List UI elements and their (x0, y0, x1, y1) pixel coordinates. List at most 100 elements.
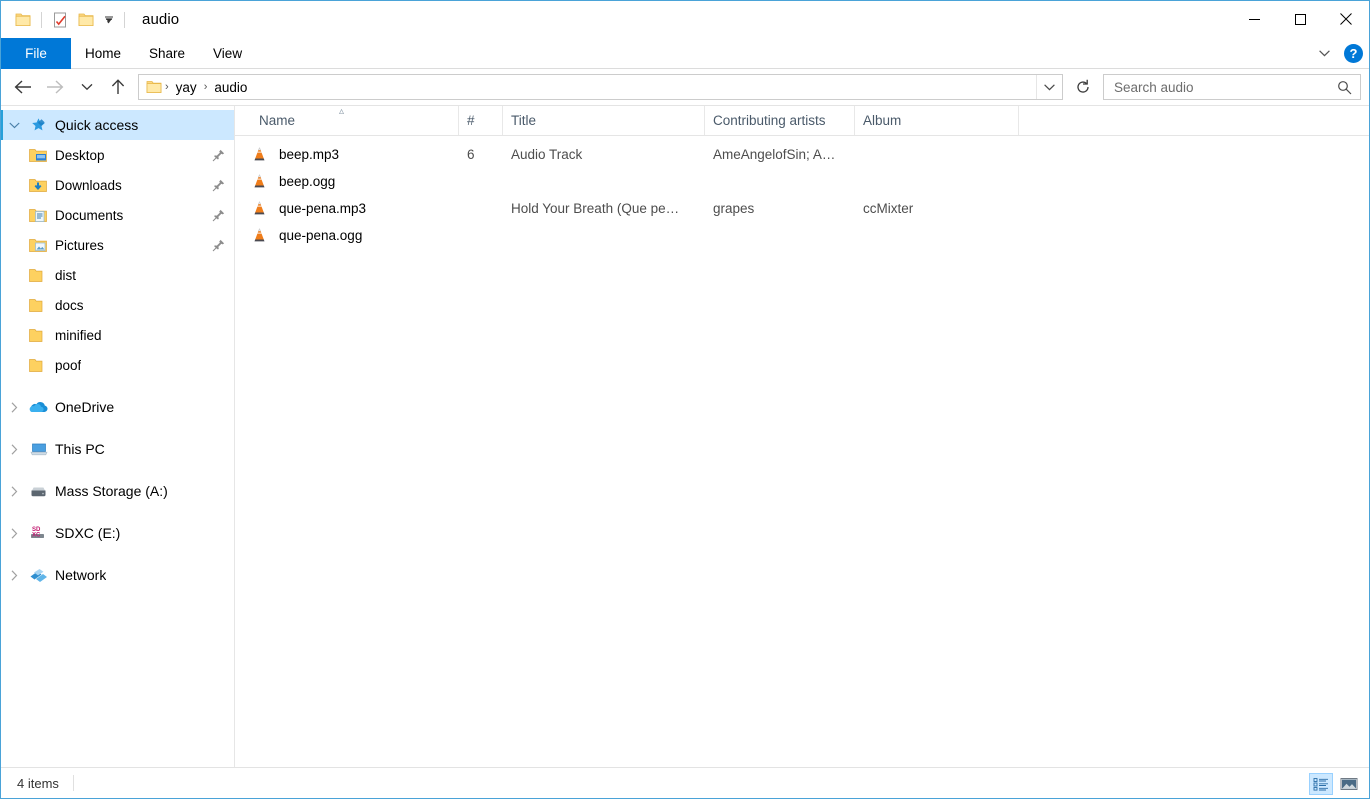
table-row[interactable]: que-pena.ogg (251, 222, 1369, 249)
sidebar-item-minified[interactable]: minified (1, 320, 234, 350)
sidebar-item-label: minified (55, 328, 102, 343)
chevron-down-icon[interactable] (99, 8, 119, 32)
collapse-chevron-right-icon[interactable] (1, 570, 27, 581)
ribbon-expand-chevron-down-icon[interactable] (1312, 42, 1336, 66)
sidebar-spacer (1, 548, 234, 560)
collapse-chevron-right-icon[interactable] (1, 402, 27, 413)
search-icon[interactable] (1333, 80, 1356, 95)
pin-icon[interactable] (210, 179, 226, 192)
pin-icon[interactable] (210, 239, 226, 252)
breadcrumb-bar[interactable]: › yay › audio (138, 74, 1063, 100)
search-box[interactable] (1103, 74, 1361, 100)
close-button[interactable] (1323, 1, 1369, 37)
recent-locations-chevron-down-icon[interactable] (71, 72, 103, 102)
file-list-pane: Name ▵ # Title Contributing artists Albu… (235, 106, 1369, 767)
file-name-cell[interactable]: que-pena.mp3 (251, 200, 459, 217)
sidebar-item-network[interactable]: Network (1, 560, 234, 590)
collapse-chevron-right-icon[interactable] (1, 528, 27, 539)
column-header-album[interactable]: Album (855, 106, 1019, 135)
pin-icon[interactable] (210, 209, 226, 222)
expand-chevron-down-icon[interactable] (1, 122, 27, 129)
ribbon-right-controls: ? (1312, 38, 1363, 69)
sidebar-item-onedrive[interactable]: OneDrive (1, 392, 234, 422)
column-header-label: Album (863, 113, 901, 128)
sidebar-item-mass-storage[interactable]: Mass Storage (A:) (1, 476, 234, 506)
vlc-media-file-icon (251, 227, 271, 244)
back-arrow-icon[interactable] (7, 72, 39, 102)
sidebar-item-downloads[interactable]: Downloads (1, 170, 234, 200)
file-name-cell[interactable]: beep.ogg (251, 173, 459, 190)
status-divider (73, 775, 74, 791)
column-header-track[interactable]: # (459, 106, 503, 135)
tab-file[interactable]: File (1, 38, 71, 69)
tab-view[interactable]: View (199, 38, 256, 69)
svg-text:XC: XC (32, 533, 41, 539)
breadcrumb-folder-icon[interactable] (146, 80, 162, 94)
refresh-icon[interactable] (1069, 74, 1097, 100)
pin-icon[interactable] (210, 149, 226, 162)
file-name-cell[interactable]: beep.mp3 (251, 146, 459, 163)
sidebar-item-label: Mass Storage (A:) (55, 483, 168, 499)
sdxc-card-icon: SD XC (27, 524, 49, 542)
file-name-cell[interactable]: que-pena.ogg (251, 227, 459, 244)
breadcrumb-item-audio[interactable]: audio (208, 80, 253, 95)
table-row[interactable]: que-pena.mp3 Hold Your Breath (Que pe… g… (251, 195, 1369, 222)
breadcrumb-item-yay[interactable]: yay (170, 80, 203, 95)
sidebar-item-documents[interactable]: Documents (1, 200, 234, 230)
sidebar-item-desktop[interactable]: Desktop (1, 140, 234, 170)
desktop-folder-icon (27, 146, 49, 164)
sidebar-item-label: Documents (55, 208, 123, 223)
table-row[interactable]: beep.ogg (251, 168, 1369, 195)
tab-share[interactable]: Share (135, 38, 199, 69)
address-dropdown-chevron-down-icon[interactable] (1036, 75, 1062, 99)
file-name-label: que-pena.mp3 (279, 201, 366, 216)
column-header-name[interactable]: Name ▵ (251, 106, 459, 135)
file-name-label: beep.mp3 (279, 147, 339, 162)
sidebar-item-label: Quick access (55, 117, 138, 133)
track-cell: 6 (459, 147, 503, 162)
sidebar-item-this-pc[interactable]: This PC (1, 434, 234, 464)
sidebar-item-label: Pictures (55, 238, 104, 253)
vlc-media-file-icon (251, 173, 271, 190)
sidebar-spacer (1, 464, 234, 476)
large-icons-view-button[interactable] (1337, 773, 1361, 795)
drive-icon (27, 482, 49, 500)
title-cell: Audio Track (503, 147, 705, 162)
sidebar-item-sdxc[interactable]: SD XC SDXC (E:) (1, 518, 234, 548)
column-header-label: Title (511, 113, 536, 128)
item-count-label: 4 items (17, 776, 59, 791)
column-header-label: # (467, 113, 475, 128)
help-icon[interactable]: ? (1344, 44, 1363, 63)
this-pc-icon (27, 440, 49, 458)
properties-icon[interactable] (47, 8, 73, 32)
folder-icon (27, 266, 49, 284)
column-header-label: Contributing artists (713, 113, 826, 128)
sidebar-item-label: docs (55, 298, 84, 313)
file-rows: beep.mp3 6 Audio Track AmeAngelofSin; A… (235, 136, 1369, 767)
sidebar-item-dist[interactable]: dist (1, 260, 234, 290)
collapse-chevron-right-icon[interactable] (1, 444, 27, 455)
sidebar-item-poof[interactable]: poof (1, 350, 234, 380)
minimize-button[interactable] (1231, 1, 1277, 37)
table-row[interactable]: beep.mp3 6 Audio Track AmeAngelofSin; A… (251, 141, 1369, 168)
folder-icon[interactable] (10, 8, 36, 32)
sidebar-item-label: poof (55, 358, 81, 373)
network-icon (27, 566, 49, 584)
search-input[interactable] (1114, 80, 1333, 95)
collapse-chevron-right-icon[interactable] (1, 486, 27, 497)
column-header-contributing-artists[interactable]: Contributing artists (705, 106, 855, 135)
sidebar-item-docs[interactable]: docs (1, 290, 234, 320)
sidebar-item-pictures[interactable]: Pictures (1, 230, 234, 260)
column-headers: Name ▵ # Title Contributing artists Albu… (235, 106, 1369, 136)
details-view-button[interactable] (1309, 773, 1333, 795)
new-folder-icon[interactable] (73, 8, 99, 32)
sidebar-item-label: SDXC (E:) (55, 525, 120, 541)
sidebar-item-label: Network (55, 567, 106, 583)
maximize-button[interactable] (1277, 1, 1323, 37)
column-header-title[interactable]: Title (503, 106, 705, 135)
sidebar-item-quick-access[interactable]: Quick access (1, 110, 234, 140)
tab-home[interactable]: Home (71, 38, 135, 69)
up-arrow-icon[interactable] (103, 72, 133, 102)
navigation-pane[interactable]: Quick access Desktop (1, 106, 235, 767)
pictures-folder-icon (27, 236, 49, 254)
